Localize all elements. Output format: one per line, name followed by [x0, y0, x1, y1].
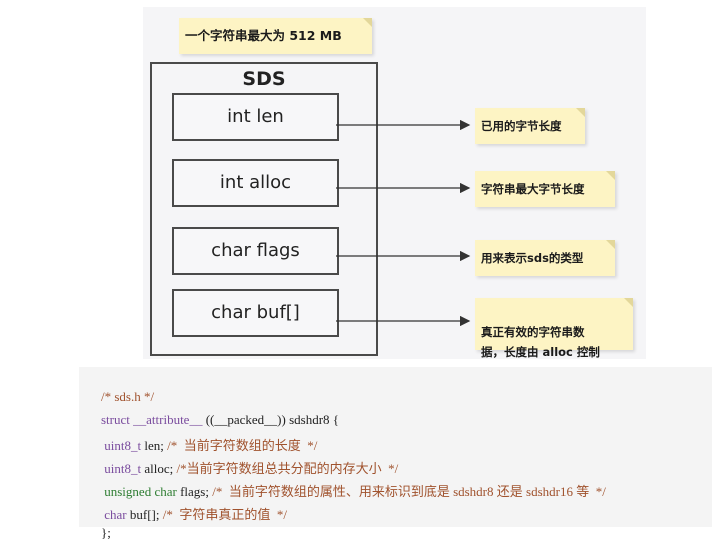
code-line-6: char buf[]; /* 字符串真正的值 */ — [104, 507, 287, 522]
code-line-7: }; — [101, 525, 111, 540]
sds-diagram: 一个字符串最大为 512 MB SDS int len int alloc ch… — [143, 7, 646, 359]
arrows — [336, 119, 471, 327]
code-block: /* sds.h */ struct __attribute__ ((__pac… — [79, 367, 712, 540]
